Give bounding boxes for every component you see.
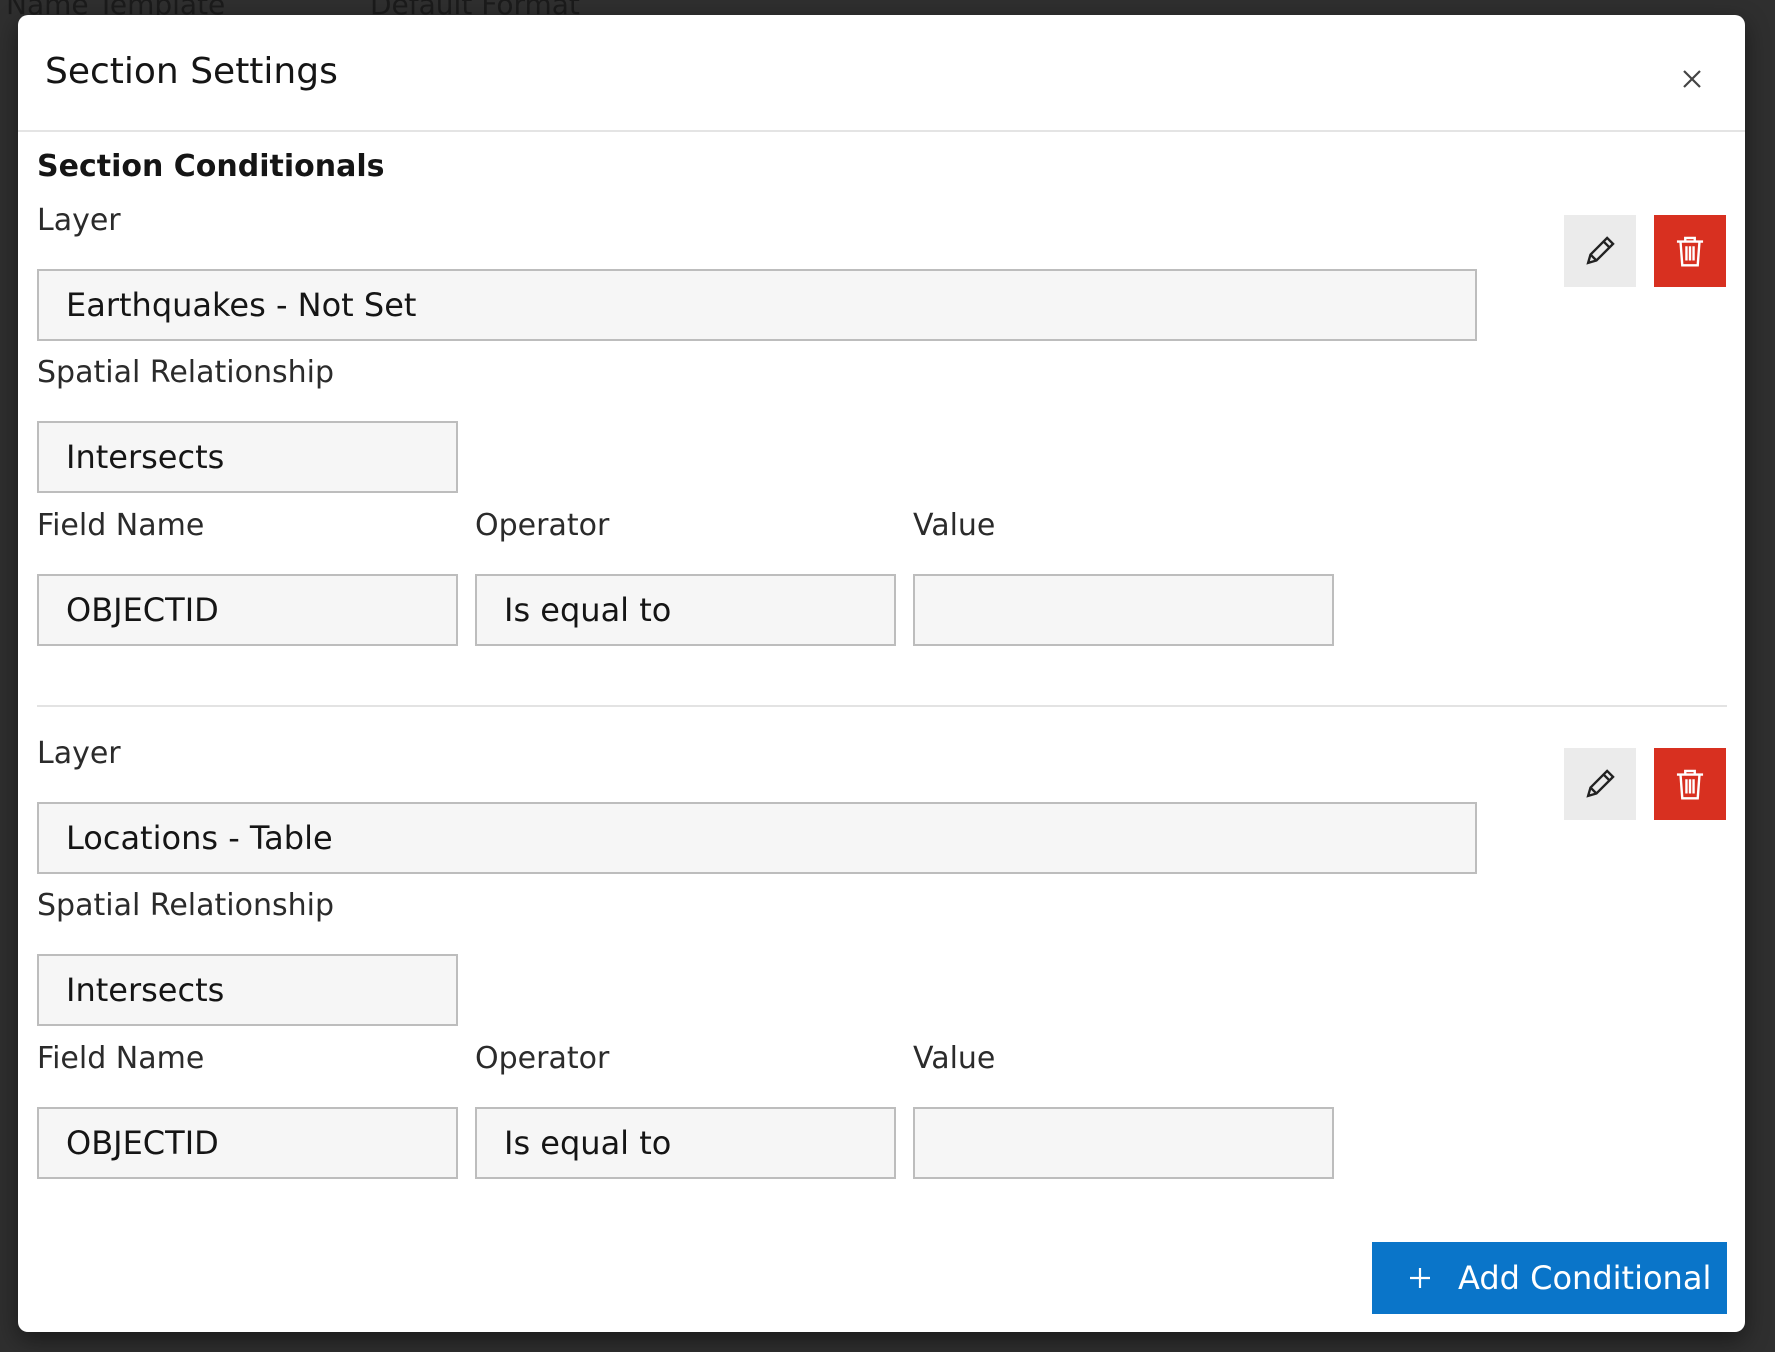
operator-select[interactable]: Is equal to bbox=[475, 1107, 896, 1179]
layer-select[interactable]: Locations - Table bbox=[37, 802, 1477, 874]
edit-conditional-button[interactable] bbox=[1564, 215, 1636, 287]
trash-icon bbox=[1676, 769, 1704, 800]
spatial-relationship-select[interactable]: Intersects bbox=[37, 421, 458, 493]
close-button[interactable] bbox=[1672, 59, 1712, 99]
field-name-select[interactable]: OBJECTID bbox=[37, 574, 458, 646]
value-input[interactable] bbox=[913, 574, 1334, 646]
close-icon bbox=[1683, 70, 1701, 88]
field-name-label: Field Name bbox=[37, 508, 205, 543]
modal-header: Section Settings bbox=[18, 15, 1745, 132]
layer-label: Layer bbox=[37, 203, 121, 238]
delete-conditional-button[interactable] bbox=[1654, 748, 1726, 820]
section-conditionals-heading: Section Conditionals bbox=[37, 149, 385, 184]
spatial-relationship-select[interactable]: Intersects bbox=[37, 954, 458, 1026]
edit-conditional-button[interactable] bbox=[1564, 748, 1636, 820]
value-label: Value bbox=[913, 508, 996, 543]
add-conditional-button[interactable]: Add Conditional bbox=[1372, 1242, 1727, 1314]
spatial-relationship-label: Spatial Relationship bbox=[37, 355, 334, 390]
field-name-select[interactable]: OBJECTID bbox=[37, 1107, 458, 1179]
operator-label: Operator bbox=[475, 508, 610, 543]
value-input[interactable] bbox=[913, 1107, 1334, 1179]
section-settings-modal: Section Settings Section Conditionals La… bbox=[18, 15, 1745, 1332]
operator-label: Operator bbox=[475, 1041, 610, 1076]
plus-icon bbox=[1405, 1263, 1435, 1293]
layer-select[interactable]: Earthquakes - Not Set bbox=[37, 269, 1477, 341]
delete-conditional-button[interactable] bbox=[1654, 215, 1726, 287]
modal-title: Section Settings bbox=[45, 51, 338, 92]
trash-icon bbox=[1676, 236, 1704, 267]
pencil-icon bbox=[1586, 769, 1615, 798]
value-label: Value bbox=[913, 1041, 996, 1076]
pencil-icon bbox=[1586, 236, 1615, 265]
operator-select[interactable]: Is equal to bbox=[475, 574, 896, 646]
add-conditional-label: Add Conditional bbox=[1458, 1259, 1712, 1297]
field-name-label: Field Name bbox=[37, 1041, 205, 1076]
layer-label: Layer bbox=[37, 736, 121, 771]
conditional-divider bbox=[37, 705, 1727, 707]
spatial-relationship-label: Spatial Relationship bbox=[37, 888, 334, 923]
